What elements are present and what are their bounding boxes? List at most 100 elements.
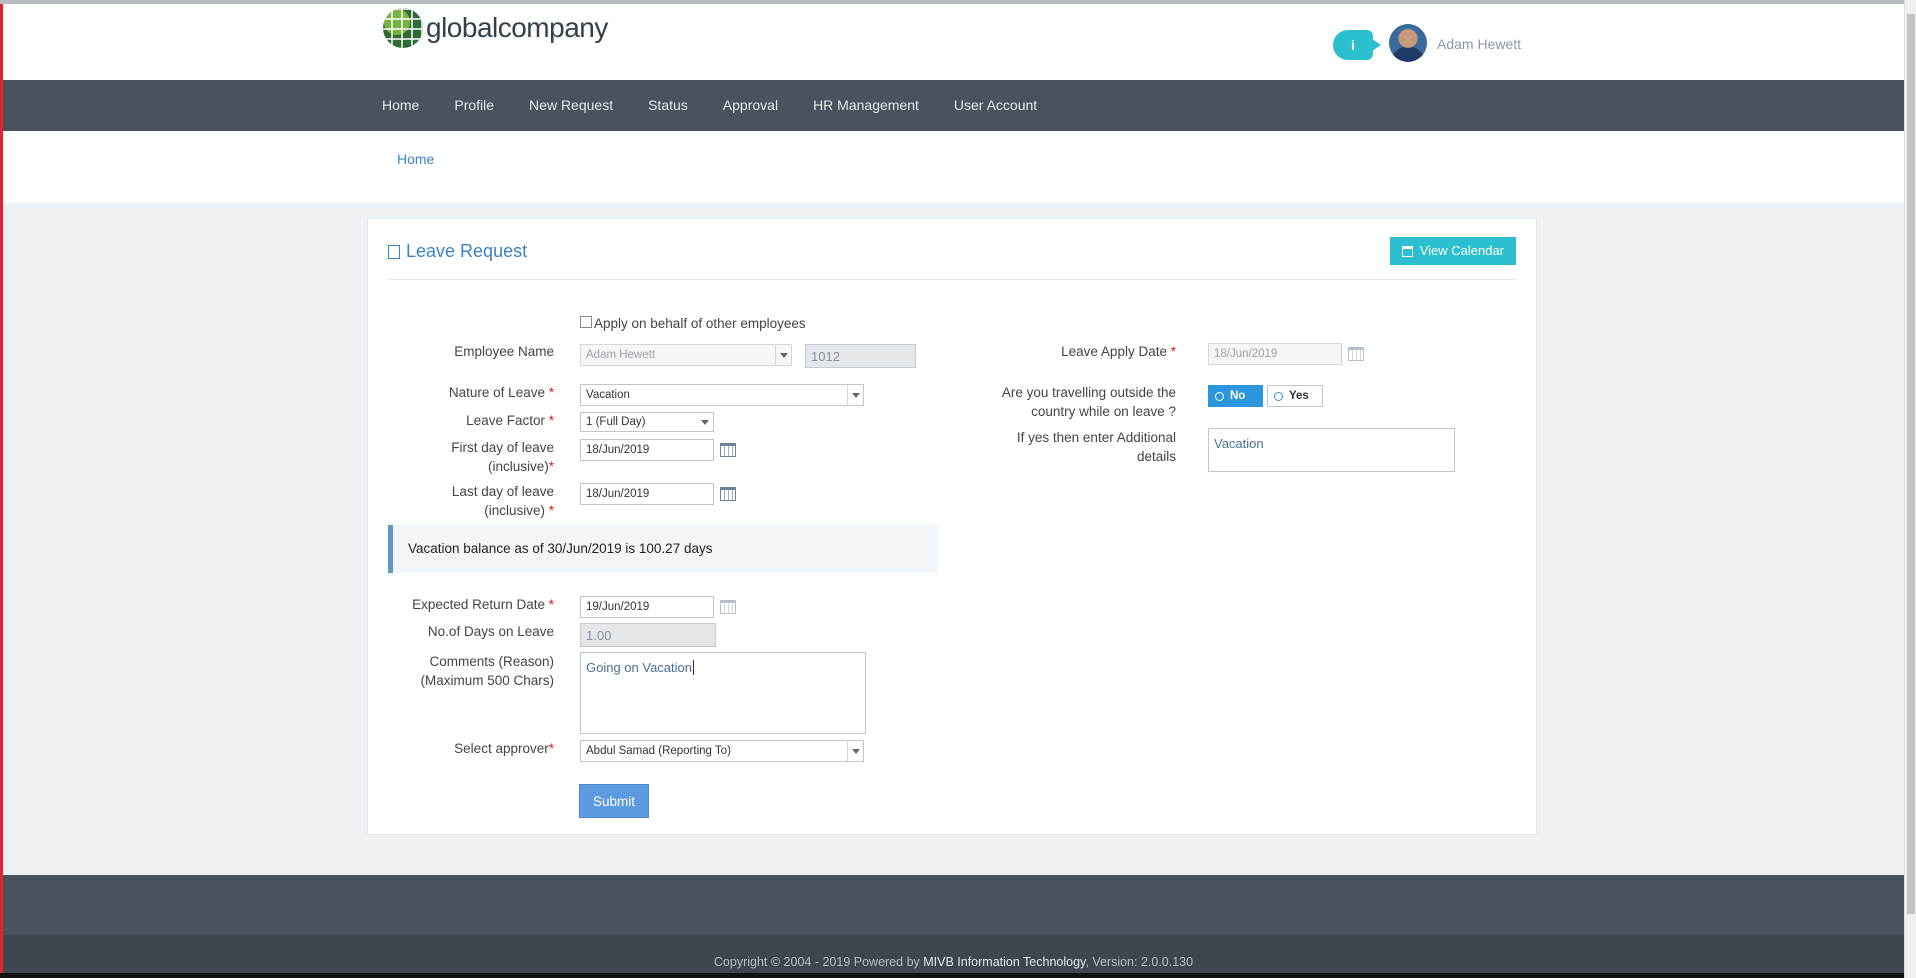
travelling-yes-label: Yes <box>1289 390 1309 402</box>
leave-factor-select[interactable]: 1 (Full Day) <box>580 412 714 432</box>
nature-of-leave-text: Nature of Leave <box>448 385 545 400</box>
additional-label-line1: If yes then enter Additional <box>1016 430 1176 445</box>
last-day-label-line2: (inclusive) <box>484 503 545 518</box>
brand-name: globalcompany <box>426 12 608 43</box>
footer-version: , Version: 2.0.0.130 <box>1085 955 1194 969</box>
nature-of-leave-value: Vacation <box>586 389 630 401</box>
approver-label: Select approver* <box>454 739 554 758</box>
calendar-icon <box>1401 245 1413 257</box>
nav-item-home[interactable]: Home <box>382 80 419 131</box>
calendar-icon[interactable] <box>720 443 736 457</box>
apply-date-input: 18/Jun/2019 <box>1208 343 1342 365</box>
chevron-down-icon <box>847 385 863 405</box>
employee-name-select[interactable]: Adam Hewett <box>580 344 792 366</box>
divider <box>388 279 1516 280</box>
return-date-label: Expected Return Date * <box>412 595 554 614</box>
scrollbar-thumb[interactable] <box>1907 14 1915 914</box>
apply-behalf-label: Apply on behalf of other employees <box>594 316 806 331</box>
comments-textarea[interactable]: Going on Vacation <box>580 652 866 734</box>
last-day-input[interactable]: 18/Jun/2019 <box>580 483 714 505</box>
apply-behalf-checkbox[interactable] <box>580 316 592 328</box>
submit-button[interactable]: Submit <box>579 784 649 818</box>
first-day-label: First day of leave (inclusive)* <box>451 438 554 476</box>
last-day-label: Last day of leave (inclusive) * <box>452 482 554 520</box>
return-date-text: Expected Return Date <box>412 597 545 612</box>
apply-date-label: Leave Apply Date * <box>1061 342 1176 361</box>
required-mark: * <box>548 503 554 518</box>
travelling-label: Are you travelling outside the country wh… <box>1002 383 1176 421</box>
additional-details-label: If yes then enter Additional details <box>1017 428 1176 466</box>
first-day-value: 18/Jun/2019 <box>586 444 650 456</box>
window-bottom-edge <box>0 973 1904 978</box>
nav-item-profile[interactable]: Profile <box>454 80 494 131</box>
nav-item-approval[interactable]: Approval <box>723 80 778 131</box>
main-nav: Home Profile New Request Status Approval… <box>3 80 1904 131</box>
breadcrumb: Home <box>3 131 1904 203</box>
logo[interactable]: globalcompany <box>383 8 608 48</box>
nav-item-new-request[interactable]: New Request <box>529 80 613 131</box>
return-date-value: 19/Jun/2019 <box>586 601 650 613</box>
leave-factor-text: Leave Factor <box>466 413 545 428</box>
footer: Copyright © 2004 - 2019 Powered by MIVB … <box>3 935 1904 978</box>
breadcrumb-home-link[interactable]: Home <box>397 151 434 167</box>
travelling-no-option[interactable]: No <box>1208 385 1263 407</box>
employee-name-value: Adam Hewett <box>586 349 656 361</box>
calendar-icon[interactable] <box>720 487 736 501</box>
document-icon <box>388 244 400 259</box>
calendar-icon <box>720 600 736 614</box>
travelling-label-line1: Are you travelling outside the <box>1001 385 1176 400</box>
additional-details-value: Vacation <box>1214 436 1264 451</box>
additional-label-line2: details <box>1136 449 1176 464</box>
nav-item-hr-management[interactable]: HR Management <box>813 80 919 131</box>
text-cursor <box>693 660 694 675</box>
travelling-no-label: No <box>1230 390 1246 402</box>
leave-factor-label: Leave Factor * <box>466 411 554 430</box>
travelling-label-line2: country while on leave ? <box>1031 404 1176 419</box>
approver-value: Abdul Samad (Reporting To) <box>586 745 731 757</box>
required-mark: * <box>548 459 554 474</box>
return-date-input[interactable]: 19/Jun/2019 <box>580 596 714 618</box>
calendar-icon <box>1348 347 1364 361</box>
days-on-leave-label: No.of Days on Leave <box>427 624 554 639</box>
panel-title: Leave Request <box>388 241 527 262</box>
view-calendar-label: View Calendar <box>1419 243 1504 258</box>
comments-label-line1: Comments (Reason) <box>429 654 554 669</box>
radio-icon <box>1274 391 1283 401</box>
nature-of-leave-select[interactable]: Vacation <box>580 384 864 406</box>
footer-company-link[interactable]: MIVB Information Technology <box>923 955 1085 969</box>
nature-of-leave-label: Nature of Leave * <box>449 383 554 402</box>
apply-date-text: Leave Apply Date <box>1061 344 1167 359</box>
comments-label: Comments (Reason) (Maximum 500 Chars) <box>420 652 554 690</box>
header: globalcompany i Adam Hewett <box>3 4 1904 80</box>
employee-name-label: Employee Name <box>454 344 554 359</box>
footer-copyright: Copyright © 2004 - 2019 Powered by <box>713 955 924 969</box>
travelling-yes-option[interactable]: Yes <box>1267 385 1323 407</box>
panel-title-text: Leave Request <box>406 241 528 261</box>
leave-factor-value: 1 (Full Day) <box>586 416 646 428</box>
employee-id-field: 1012 <box>805 344 916 368</box>
nav-item-user-account[interactable]: User Account <box>954 80 1037 131</box>
required-mark: * <box>548 741 554 756</box>
leave-request-panel: Leave Request View Calendar Apply on beh… <box>367 218 1537 835</box>
footer-band <box>3 875 1904 935</box>
user-name-link[interactable]: Adam Hewett <box>1437 36 1521 52</box>
apply-date-value: 18/Jun/2019 <box>1214 348 1278 360</box>
globe-logo-icon <box>383 8 423 48</box>
chevron-down-icon <box>697 413 713 431</box>
additional-details-textarea[interactable]: Vacation <box>1208 428 1455 472</box>
first-day-label-line2: (inclusive) <box>487 459 549 474</box>
days-on-leave-value: 1.00 <box>586 627 612 643</box>
last-day-label-line1: Last day of leave <box>451 484 554 499</box>
chevron-down-icon <box>847 741 863 761</box>
info-icon[interactable]: i <box>1333 30 1381 60</box>
view-calendar-button[interactable]: View Calendar <box>1389 237 1516 265</box>
comments-label-line2: (Maximum 500 Chars) <box>420 673 554 688</box>
leave-balance-notice: Vacation balance as of 30/Jun/2019 is 10… <box>388 525 938 573</box>
nav-item-status[interactable]: Status <box>648 80 688 131</box>
first-day-input[interactable]: 18/Jun/2019 <box>580 439 714 461</box>
approver-select[interactable]: Abdul Samad (Reporting To) <box>580 740 864 762</box>
scrollbar[interactable] <box>1904 0 1916 978</box>
required-mark: * <box>548 385 554 400</box>
avatar[interactable] <box>1389 24 1427 62</box>
first-day-label-line1: First day of leave <box>451 440 554 455</box>
